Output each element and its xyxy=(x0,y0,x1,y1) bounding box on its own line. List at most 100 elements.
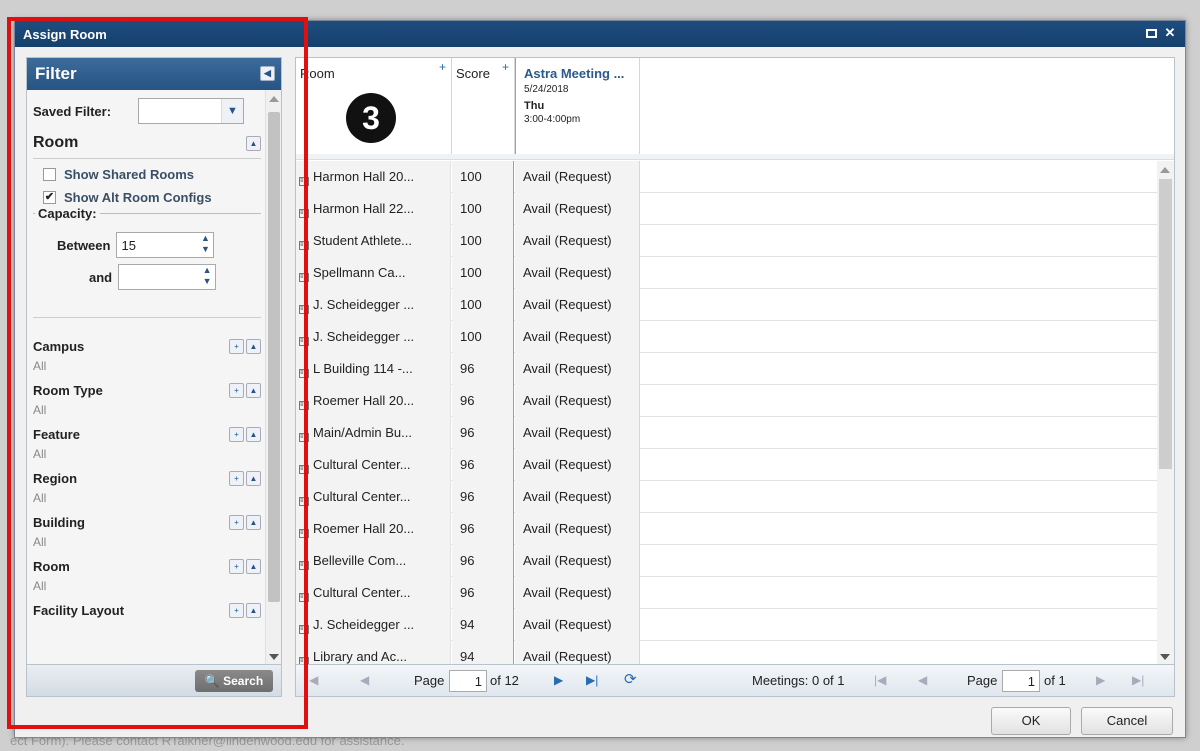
scroll-up-icon[interactable] xyxy=(1160,167,1170,173)
table-row[interactable]: ≡ Harmon Hall 22... 100 Avail (Request) xyxy=(296,193,1158,225)
show-alt-room-configs-checkbox[interactable]: ✔ Show Alt Room Configs xyxy=(43,190,261,205)
add-icon[interactable]: + xyxy=(229,470,244,486)
room-cell[interactable]: ≡ Roemer Hall 20... xyxy=(296,385,451,417)
room-cell[interactable]: ≡ Roemer Hall 20... xyxy=(296,513,451,545)
room-details-icon[interactable]: ≡ xyxy=(299,529,309,538)
collapse-up-icon[interactable]: ▲ xyxy=(246,135,261,151)
filter-scrollbar[interactable] xyxy=(265,90,281,666)
room-cell[interactable]: ≡ L Building 114 -... xyxy=(296,353,451,385)
spinner-icon[interactable]: ▲ ▼ xyxy=(197,233,213,257)
meetings-page-input[interactable]: 1 xyxy=(1002,670,1040,692)
table-row[interactable]: ≡ Cultural Center... 96 Avail (Request) xyxy=(296,577,1158,609)
room-details-icon[interactable]: ≡ xyxy=(299,625,309,634)
scroll-thumb[interactable] xyxy=(1159,179,1172,469)
availability-cell[interactable]: Avail (Request) xyxy=(515,321,640,353)
table-row[interactable]: ≡ Cultural Center... 96 Avail (Request) xyxy=(296,449,1158,481)
spinner-icon[interactable]: ▲ ▼ xyxy=(199,265,215,289)
meetings-last-icon[interactable]: ▶| xyxy=(1132,673,1144,687)
availability-cell[interactable]: Avail (Request) xyxy=(515,385,640,417)
room-cell[interactable]: ≡ Cultural Center... xyxy=(296,577,451,609)
room-details-icon[interactable]: ≡ xyxy=(299,369,309,378)
availability-cell[interactable]: Avail (Request) xyxy=(515,417,640,449)
last-page-icon[interactable]: ▶| xyxy=(586,673,598,687)
collapse-up-icon[interactable]: ▲ xyxy=(246,558,261,574)
search-button[interactable]: 🔍 Search xyxy=(195,670,273,692)
availability-cell[interactable]: Avail (Request) xyxy=(515,481,640,513)
room-details-icon[interactable]: ≡ xyxy=(299,401,309,410)
room-details-icon[interactable]: ≡ xyxy=(299,465,309,474)
room-details-icon[interactable]: ≡ xyxy=(299,177,309,186)
refresh-icon[interactable]: ⟳ xyxy=(624,670,637,688)
collapse-up-icon[interactable]: ▲ xyxy=(246,470,261,486)
table-row[interactable]: ≡ J. Scheidegger ... 100 Avail (Request) xyxy=(296,321,1158,353)
add-icon[interactable]: + xyxy=(229,514,244,530)
chevron-down-icon[interactable]: ▼ xyxy=(221,99,243,123)
add-icon[interactable]: + xyxy=(229,602,244,618)
collapse-up-icon[interactable]: ▲ xyxy=(246,426,261,442)
page-number-input[interactable]: 1 xyxy=(449,670,487,692)
grid-scrollbar[interactable] xyxy=(1157,161,1174,666)
checkbox-unchecked-icon[interactable] xyxy=(43,168,56,181)
scroll-down-icon[interactable] xyxy=(1160,654,1170,660)
add-icon[interactable]: + xyxy=(229,558,244,574)
add-icon[interactable]: + xyxy=(439,60,446,74)
scroll-thumb[interactable] xyxy=(268,112,280,602)
room-cell[interactable]: ≡ J. Scheidegger ... xyxy=(296,321,451,353)
ok-button[interactable]: OK xyxy=(991,707,1071,735)
table-row[interactable]: ≡ Cultural Center... 96 Avail (Request) xyxy=(296,481,1158,513)
room-details-icon[interactable]: ≡ xyxy=(299,241,309,250)
room-cell[interactable]: ≡ Cultural Center... xyxy=(296,481,451,513)
table-row[interactable]: ≡ Belleville Com... 96 Avail (Request) xyxy=(296,545,1158,577)
table-row[interactable]: ≡ Harmon Hall 20... 100 Avail (Request) xyxy=(296,161,1158,193)
meetings-first-icon[interactable]: |◀ xyxy=(874,673,886,687)
room-cell[interactable]: ≡ Main/Admin Bu... xyxy=(296,417,451,449)
collapse-up-icon[interactable]: ▲ xyxy=(246,338,261,354)
room-cell[interactable]: ≡ Harmon Hall 20... xyxy=(296,161,451,193)
collapse-up-icon[interactable]: ▲ xyxy=(246,602,261,618)
table-row[interactable]: ≡ Spellmann Ca... 100 Avail (Request) xyxy=(296,257,1158,289)
room-details-icon[interactable]: ≡ xyxy=(299,433,309,442)
collapse-up-icon[interactable]: ▲ xyxy=(246,514,261,530)
room-details-icon[interactable]: ≡ xyxy=(299,561,309,570)
room-cell[interactable]: ≡ Cultural Center... xyxy=(296,449,451,481)
availability-cell[interactable]: Avail (Request) xyxy=(515,513,640,545)
collapse-left-icon[interactable]: ◀ xyxy=(260,66,275,81)
table-row[interactable]: ≡ J. Scheidegger ... 94 Avail (Request) xyxy=(296,609,1158,641)
column-header-meeting[interactable]: Astra Meeting ... 5/24/2018 Thu 3:00-4:0… xyxy=(515,58,640,154)
availability-cell[interactable]: Avail (Request) xyxy=(515,225,640,257)
room-details-icon[interactable]: ≡ xyxy=(299,305,309,314)
meetings-prev-icon[interactable]: ◀ xyxy=(918,673,927,687)
first-page-icon[interactable]: |◀ xyxy=(306,673,318,687)
table-row[interactable]: ≡ Main/Admin Bu... 96 Avail (Request) xyxy=(296,417,1158,449)
add-icon[interactable]: + xyxy=(229,382,244,398)
table-row[interactable]: ≡ J. Scheidegger ... 100 Avail (Request) xyxy=(296,289,1158,321)
column-header-score[interactable]: Score + xyxy=(452,58,515,154)
maximize-icon[interactable] xyxy=(1146,29,1157,38)
availability-cell[interactable]: Avail (Request) xyxy=(515,449,640,481)
collapse-up-icon[interactable]: ▲ xyxy=(246,382,261,398)
room-details-icon[interactable]: ≡ xyxy=(299,209,309,218)
prev-page-icon[interactable]: ◀ xyxy=(360,673,369,687)
room-details-icon[interactable]: ≡ xyxy=(299,497,309,506)
capacity-max-input[interactable]: ▲ ▼ xyxy=(118,264,217,290)
saved-filter-select[interactable]: ▼ xyxy=(138,98,244,124)
close-icon[interactable]: ✕ xyxy=(1163,26,1177,40)
next-page-icon[interactable]: ▶ xyxy=(554,673,563,687)
checkbox-checked-icon[interactable]: ✔ xyxy=(43,191,56,204)
room-details-icon[interactable]: ≡ xyxy=(299,593,309,602)
availability-cell[interactable]: Avail (Request) xyxy=(515,577,640,609)
table-row[interactable]: ≡ Roemer Hall 20... 96 Avail (Request) xyxy=(296,385,1158,417)
room-cell[interactable]: ≡ J. Scheidegger ... xyxy=(296,289,451,321)
room-cell[interactable]: ≡ J. Scheidegger ... xyxy=(296,609,451,641)
table-row[interactable]: ≡ L Building 114 -... 96 Avail (Request) xyxy=(296,353,1158,385)
room-details-icon[interactable]: ≡ xyxy=(299,273,309,282)
availability-cell[interactable]: Avail (Request) xyxy=(515,257,640,289)
availability-cell[interactable]: Avail (Request) xyxy=(515,545,640,577)
room-cell[interactable]: ≡ Spellmann Ca... xyxy=(296,257,451,289)
scroll-down-icon[interactable] xyxy=(269,654,279,660)
availability-cell[interactable]: Avail (Request) xyxy=(515,289,640,321)
add-icon[interactable]: + xyxy=(229,338,244,354)
scroll-up-icon[interactable] xyxy=(269,96,279,102)
meetings-next-icon[interactable]: ▶ xyxy=(1096,673,1105,687)
room-cell[interactable]: ≡ Student Athlete... xyxy=(296,225,451,257)
